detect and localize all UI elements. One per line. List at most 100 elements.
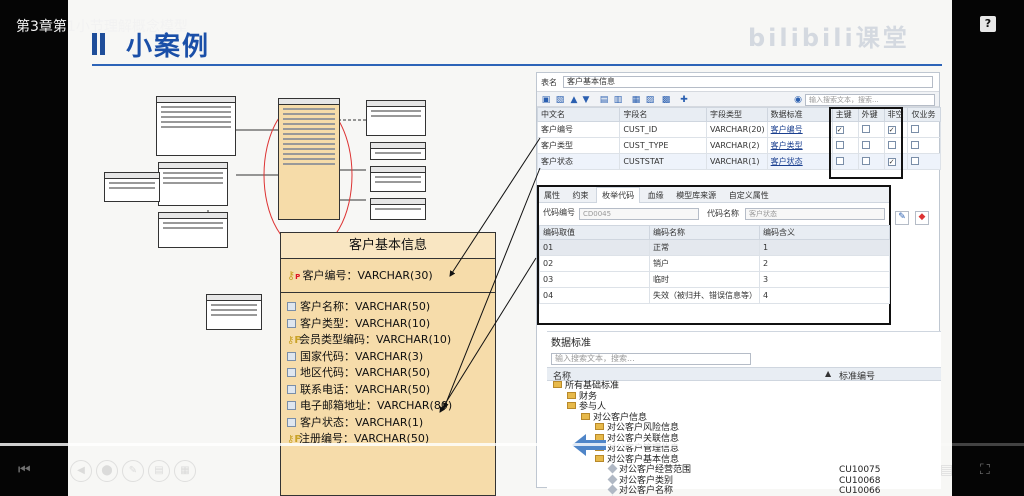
cell-field-type[interactable]: VARCHAR(2) (705, 137, 768, 154)
cell-cn-name[interactable]: 客户状态 (536, 153, 621, 170)
table-name-field[interactable]: 客户基本信息 (563, 76, 933, 88)
cell-biz[interactable] (907, 121, 941, 138)
data-standard-title: 数据标准 (551, 338, 591, 349)
sort-icon[interactable]: ▲ (825, 369, 831, 378)
fullscreen-icon[interactable]: ⛶ (980, 462, 990, 478)
paste-icon[interactable]: ▥ (613, 95, 623, 105)
enum-code-panel: 属性 约束 枚举代码 血缘 模型库来源 自定义属性 代码编号 CD0045 代码… (537, 185, 891, 325)
move-up-icon[interactable]: ▲ (569, 95, 579, 105)
column-header: 字段类型 (705, 107, 768, 122)
cell-field-type[interactable]: VARCHAR(20) (705, 121, 768, 138)
column-search-input[interactable]: 输入搜索文本，搜索... (805, 94, 935, 106)
slide: 小案例 bilibili课堂 客户基本信息 ⚷ 客户编号：VARCHAR(30) (68, 0, 952, 496)
help-icon[interactable]: ? (980, 16, 996, 32)
column-header: 仅业务 (907, 107, 941, 122)
grid-icon[interactable]: ▩ (661, 95, 671, 105)
video-title: 第3章第1小节理解概念模型 (16, 19, 188, 35)
code-id-field[interactable]: CD0045 (579, 208, 699, 220)
tree-item[interactable]: 财务 (547, 391, 941, 403)
enum-meaning[interactable]: 2 (759, 255, 890, 272)
prev-icon[interactable]: ⏮ (18, 462, 31, 478)
attribute-text: 客户状态：VARCHAR(1) (300, 415, 424, 429)
cell-field-type[interactable]: VARCHAR(1) (705, 153, 768, 170)
cell-data-standard[interactable]: 客户状态 (766, 153, 833, 170)
attribute-text: 客户名称：VARCHAR(50) (300, 300, 431, 313)
cell-data-standard[interactable]: 客户编号 (766, 121, 833, 138)
column-header: 中文名 (536, 107, 621, 122)
standard-search-input[interactable]: 输入搜索文本，搜索... (551, 353, 751, 365)
data-standard-link[interactable]: 客户类型 (771, 141, 803, 150)
move-down-icon[interactable]: ▼ (581, 95, 591, 105)
enum-meaning[interactable]: 4 (759, 287, 890, 304)
tab-constraints[interactable]: 约束 (568, 188, 594, 203)
er-entity (104, 172, 160, 202)
business-only-checkbox[interactable] (911, 140, 920, 149)
tab-model-source[interactable]: 模型库来源 (671, 188, 721, 203)
tree-item[interactable]: 对公客户信息 (547, 412, 941, 424)
player-controls: ⏮ ◀ ⬤ ✎ ▤ ▦ ▤ ⛶ (0, 446, 1024, 496)
enum-name[interactable]: 正常 (649, 239, 760, 256)
list-icon[interactable]: ▦ (174, 460, 196, 482)
cell-biz[interactable] (907, 137, 941, 154)
table-row[interactable]: 01 正常 1 (539, 239, 890, 256)
enum-name[interactable]: 销户 (649, 255, 760, 272)
enum-name[interactable]: 失效（被归并、错误信息等） (649, 287, 760, 304)
table-row[interactable]: 04 失效（被归并、错误信息等） 4 (539, 287, 890, 304)
cell-data-standard[interactable]: 客户类型 (766, 137, 833, 154)
tab-attributes[interactable]: 属性 (539, 188, 565, 203)
er-entity (370, 142, 426, 160)
add-icon[interactable]: ▣ (541, 95, 551, 105)
folder-icon (567, 402, 576, 409)
tree-item[interactable]: 所有基础标准 (547, 381, 941, 392)
import-icon[interactable]: ▦ (631, 95, 641, 105)
cell-cn-name[interactable]: 客户类型 (536, 137, 621, 154)
business-only-checkbox[interactable] (911, 156, 920, 165)
notes-icon[interactable]: ▤ (148, 460, 170, 482)
business-only-checkbox[interactable] (911, 124, 920, 133)
enum-value[interactable]: 03 (539, 271, 650, 288)
cell-field-name[interactable]: CUST_TYPE (619, 137, 707, 154)
cell-cn-name[interactable]: 客户编号 (536, 121, 621, 138)
edit-icon[interactable]: ✎ (895, 211, 909, 225)
attribute-text: 会员类型编码：VARCHAR(10) (299, 333, 452, 346)
tree-item[interactable]: 参与人 (547, 402, 941, 413)
code-name-label: 代码名称 (707, 209, 739, 218)
play-icon[interactable]: ◀ (70, 460, 92, 482)
cell-field-name[interactable]: CUST_ID (619, 121, 707, 138)
settings-icon[interactable]: ✚ (679, 95, 689, 105)
enum-value[interactable]: 01 (539, 239, 650, 256)
enum-value[interactable]: 04 (539, 287, 650, 304)
tab-lineage[interactable]: 血缘 (643, 188, 669, 203)
draw-icon[interactable]: ✎ (122, 460, 144, 482)
code-id-label: 代码编号 (543, 208, 575, 217)
table-name-row: 表名 客户基本信息 (537, 73, 939, 91)
enum-meaning[interactable]: 3 (759, 271, 890, 288)
tab-enum-codes[interactable]: 枚举代码 (596, 187, 641, 203)
next-icon[interactable]: ⬤ (96, 460, 118, 482)
er-entity (206, 294, 262, 330)
column-icon (287, 384, 296, 394)
speed-icon[interactable]: ▤ (940, 462, 953, 478)
data-standard-link[interactable]: 客户状态 (771, 157, 803, 166)
cell-field-name[interactable]: CUSTSTAT (619, 153, 707, 170)
table-row[interactable]: 03 临时 3 (539, 271, 890, 288)
er-entity-highlighted (278, 98, 340, 220)
enum-meaning[interactable]: 1 (759, 239, 890, 256)
cell-biz[interactable] (907, 153, 941, 170)
data-standard-link[interactable]: 客户编号 (771, 125, 803, 134)
table-row[interactable]: 02 销户 2 (539, 255, 890, 272)
code-name-field[interactable]: 客户状态 (745, 208, 885, 220)
tree-item-label: 对公客户风险信息 (607, 423, 680, 433)
title-underline (92, 64, 942, 66)
detail-tabs: 属性 约束 枚举代码 血缘 模型库来源 自定义属性 (539, 187, 889, 203)
folder-icon (581, 412, 590, 420)
delete-icon[interactable]: ▧ (555, 95, 565, 105)
tab-custom-attributes[interactable]: 自定义属性 (724, 188, 774, 203)
export-icon[interactable]: ▨ (645, 95, 655, 105)
tree-item-label: 所有基础标准 (565, 381, 620, 391)
binoculars-icon[interactable]: ◉ (793, 95, 803, 105)
eraser-icon[interactable]: ◆ (915, 211, 929, 225)
copy-icon[interactable]: ▤ (599, 95, 609, 105)
enum-value[interactable]: 02 (539, 255, 650, 272)
enum-name[interactable]: 临时 (649, 271, 760, 288)
